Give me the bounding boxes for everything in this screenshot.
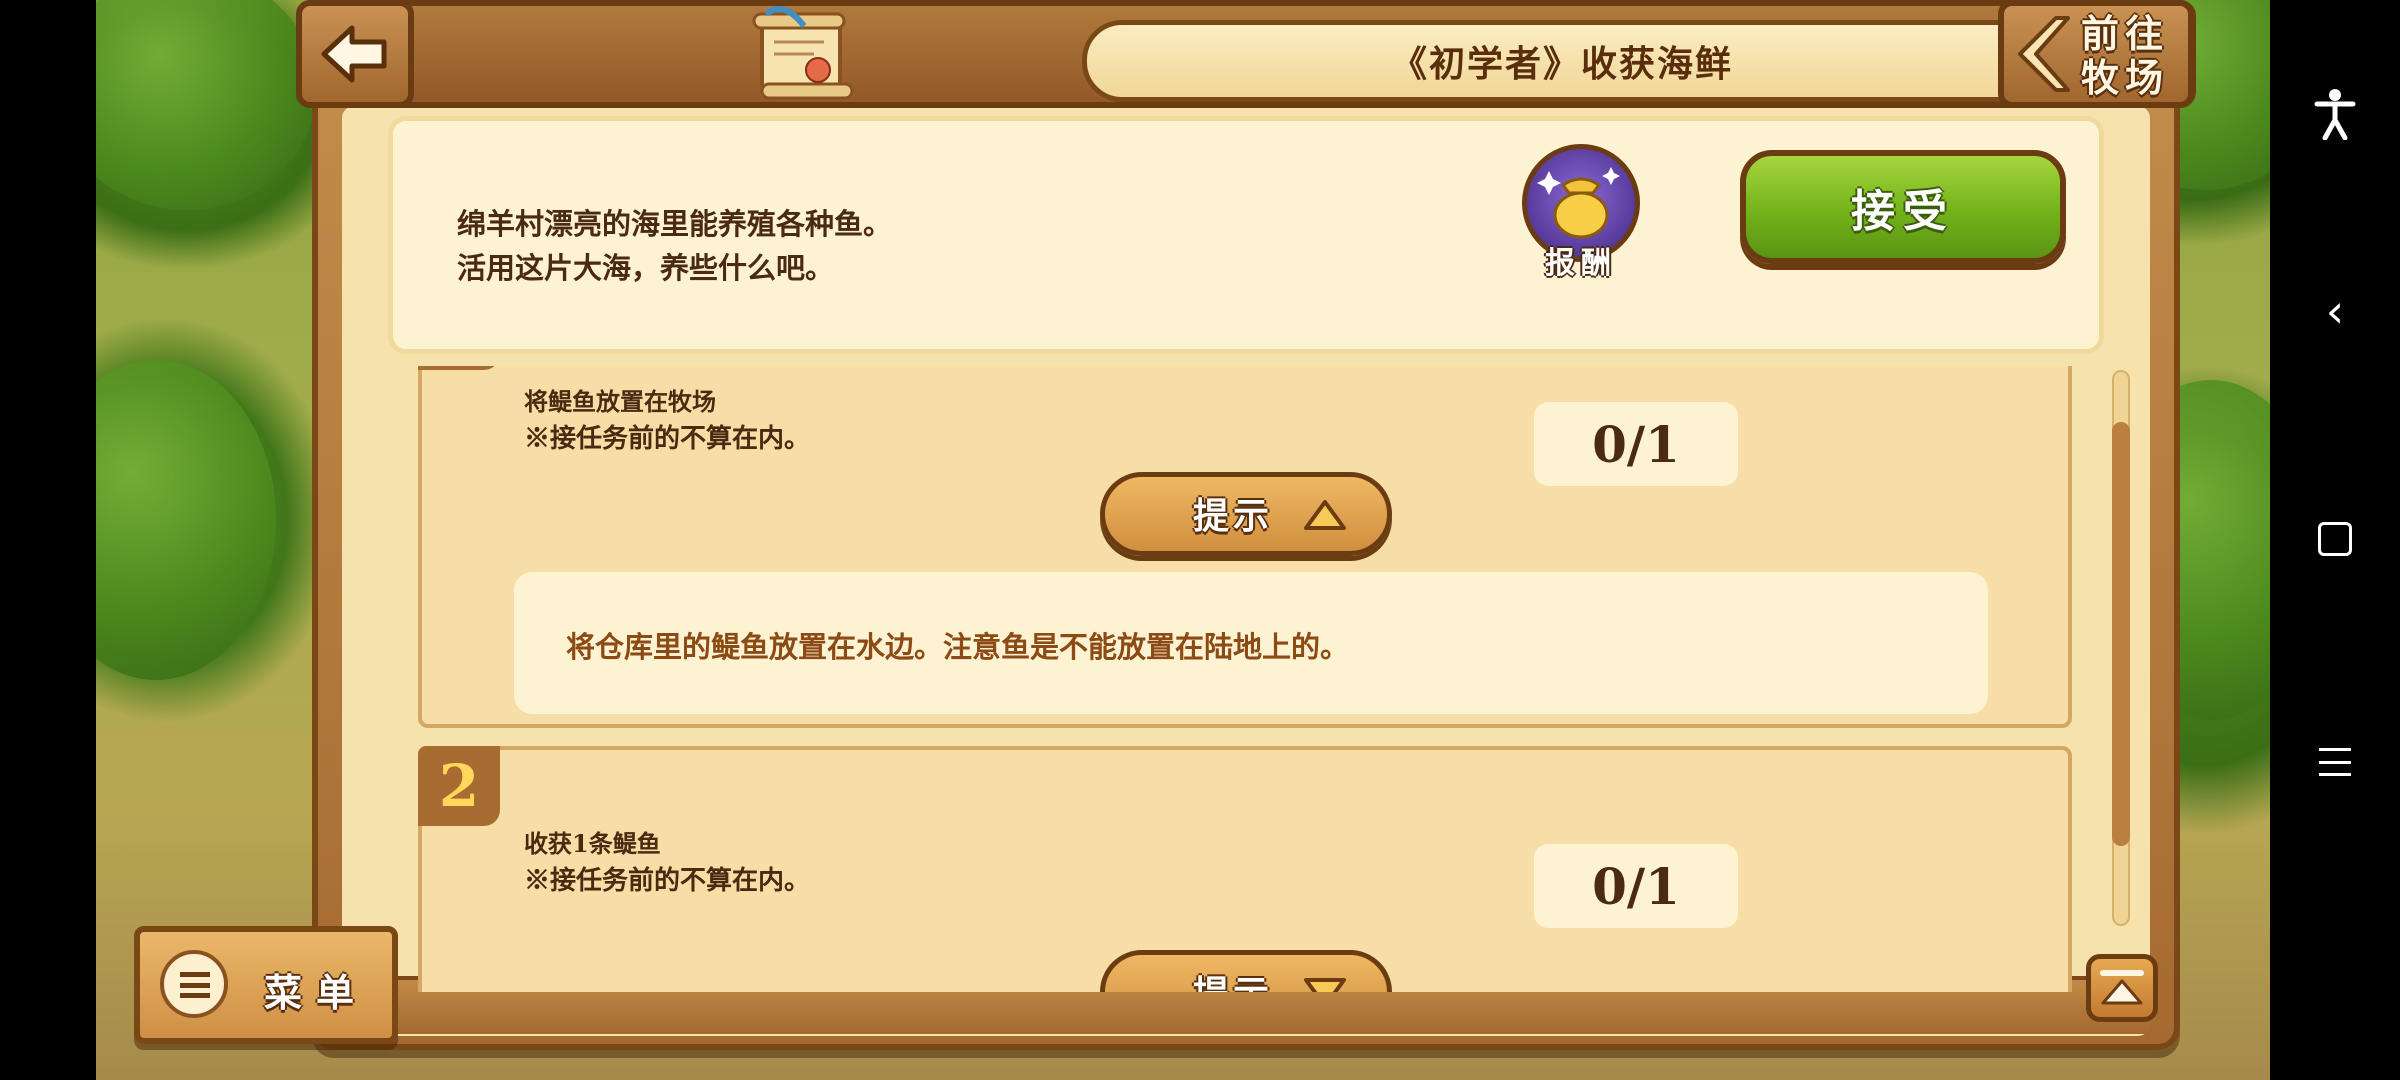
accessibility-icon[interactable] (2313, 88, 2357, 140)
system-home-icon[interactable] (2318, 522, 2352, 556)
scroll-to-top-button[interactable] (2086, 954, 2158, 1022)
accept-button[interactable]: 接受 (1740, 150, 2066, 264)
system-back-icon[interactable]: ‹ (2326, 288, 2344, 334)
menu-button[interactable]: 菜单 (134, 926, 398, 1044)
goto-ranch-label-line1: 前往 (2080, 12, 2169, 56)
back-arrow-icon (321, 25, 387, 83)
task-number: 2 (418, 746, 500, 826)
bush-decoration (96, 360, 276, 680)
reward-label: 报酬 (1545, 246, 1617, 281)
triangle-up-icon (1304, 500, 1346, 530)
goto-ranch-button[interactable]: 前往 牧场 (1998, 0, 2194, 108)
hint-box: 将仓库里的鳀鱼放置在水边。注意鱼是不能放置在陆地上的。 (514, 572, 1988, 714)
task-item: 1 将鳀鱼放置在牧场 ※接任务前的不算在内。 0/1 提示 将仓库里的鳀鱼放置在… (418, 366, 2072, 728)
menu-icon (180, 972, 210, 998)
task-note: ※接任务前的不算在内。 (524, 424, 811, 454)
bush-decoration (96, 0, 316, 210)
task-number: 1 (418, 366, 500, 370)
accept-label: 接受 (1851, 186, 1955, 237)
chevron-left-icon (2018, 16, 2070, 92)
scroll-to-top-icon (2100, 970, 2144, 1005)
system-nav-bar: ‹ (2270, 0, 2400, 1080)
task-item: 2 收获1条鳀鱼 ※接任务前的不算在内。 0/1 提示 (418, 746, 2072, 992)
task-progress: 0/1 (1534, 844, 1738, 928)
task-title: 收获1条鳀鱼 (524, 829, 661, 858)
description-line-1: 绵羊村漂亮的海里能养殖各种鱼。 (457, 207, 893, 241)
task-list[interactable]: 1 将鳀鱼放置在牧场 ※接任务前的不算在内。 0/1 提示 将仓库里的鳀鱼放置在… (416, 366, 2076, 992)
task-title: 将鳀鱼放置在牧场 (524, 387, 716, 416)
scrollbar-thumb[interactable] (2112, 422, 2130, 846)
triangle-down-icon (1304, 978, 1346, 992)
goto-ranch-label: 前往 牧场 (2070, 12, 2180, 100)
task-note: ※接任务前的不算在内。 (524, 866, 811, 896)
hint-text: 将仓库里的鳀鱼放置在水边。注意鱼是不能放置在陆地上的。 (566, 630, 1350, 664)
page-title: 《初学者》收获海鲜 (1390, 43, 1733, 85)
system-recent-icon[interactable] (2319, 748, 2351, 776)
menu-label: 菜单 (264, 971, 369, 1015)
header-bar: 《初学者》收获海鲜 (296, 0, 2196, 108)
hint-toggle-button[interactable]: 提示 (1100, 950, 1392, 992)
task-progress: 0/1 (1534, 402, 1738, 486)
reward-button[interactable]: 报酬 (1522, 144, 1640, 281)
hint-label: 提示 (1193, 965, 1273, 992)
title-plaque: 《初学者》收获海鲜 (1082, 20, 2042, 102)
menu-icon-circle (160, 950, 228, 1018)
goto-ranch-label-line2: 牧场 (2080, 56, 2169, 100)
description-line-2: 活用这片大海，养些什么吧。 (457, 251, 835, 285)
back-button[interactable] (296, 0, 414, 108)
quest-scroll-icon (752, 6, 854, 100)
task-list-scrollbar[interactable] (2112, 370, 2130, 926)
hint-label: 提示 (1193, 496, 1274, 537)
hint-toggle-button[interactable]: 提示 (1100, 472, 1392, 556)
